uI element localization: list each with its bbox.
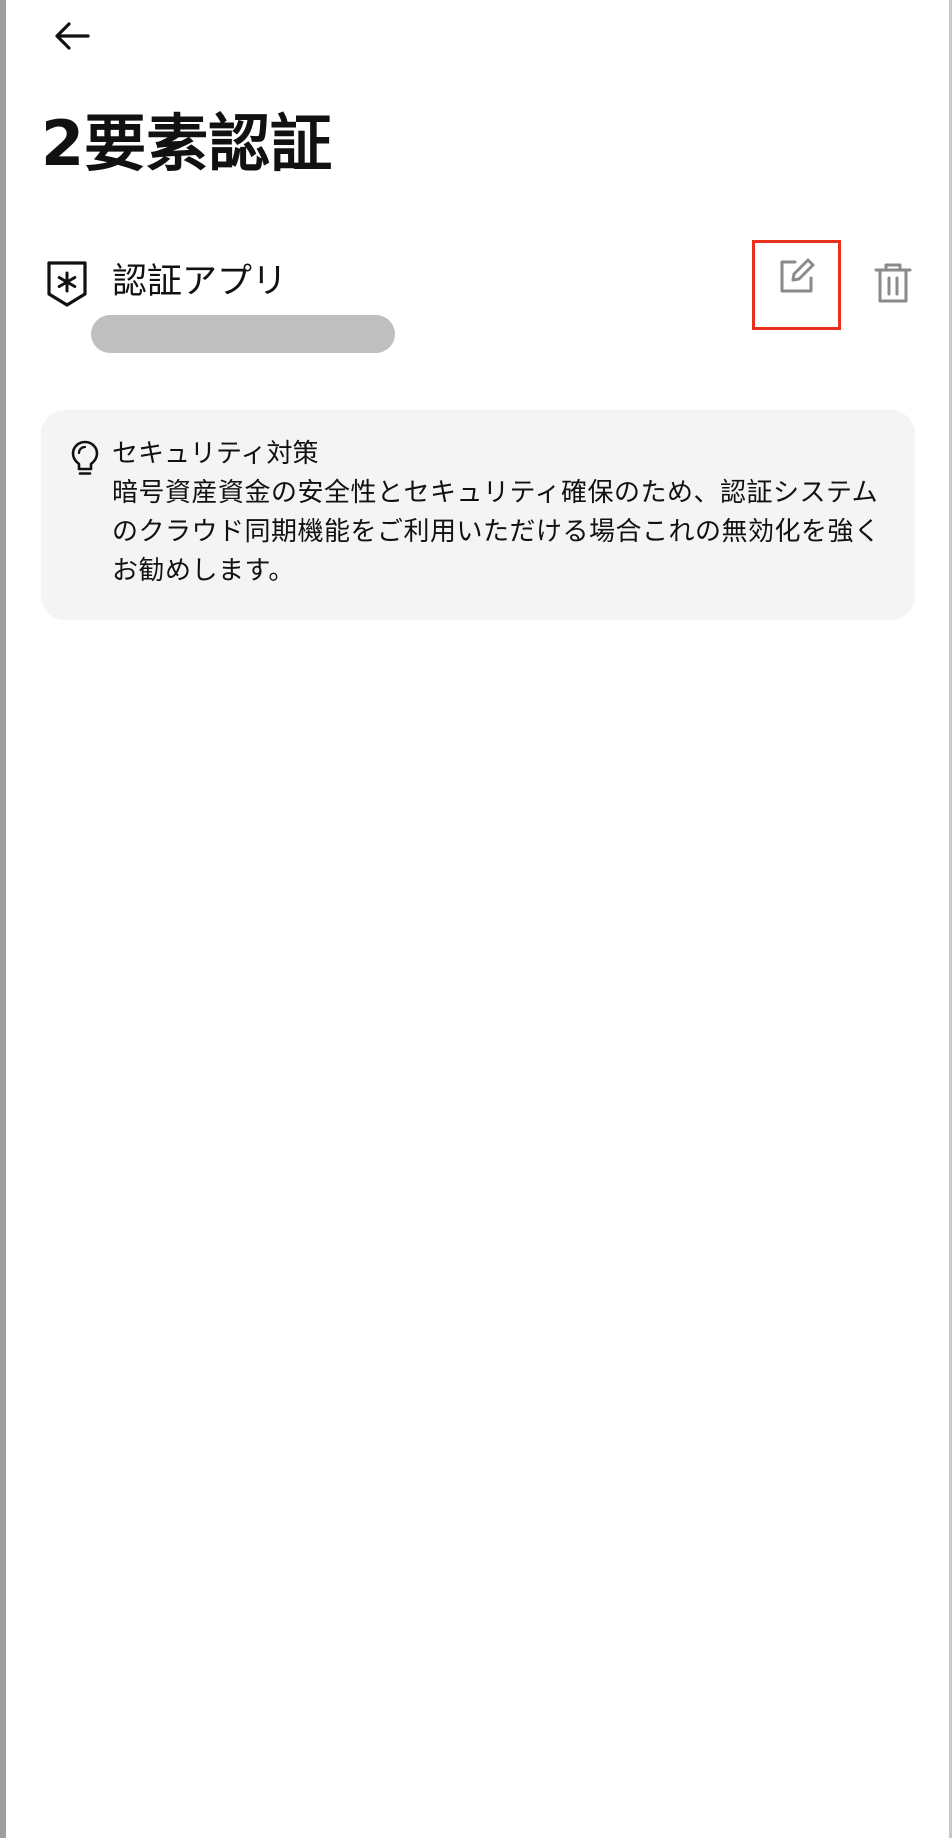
arrow-left-icon: [55, 22, 90, 50]
edit-pencil-icon: [780, 258, 814, 293]
auth-app-row: 認証アプリ: [0, 236, 952, 366]
security-tip-body: 暗号資産資金の安全性とセキュリティ確保のため、認証システム のクラウド同期機能を…: [112, 474, 904, 591]
security-tip-title: セキュリティ対策: [112, 439, 319, 469]
auth-app-masked-value: [91, 315, 395, 353]
trash-icon: [874, 263, 912, 303]
delete-button[interactable]: [866, 254, 920, 312]
back-button[interactable]: [44, 8, 100, 64]
auth-app-label: 認証アプリ: [112, 262, 288, 302]
security-tip-line: のクラウド同期機能をご利用いただける場合これの無効化を強く: [112, 517, 881, 547]
security-tip-line: お勧めします。: [112, 556, 295, 586]
lightbulb-icon: [71, 440, 99, 475]
shield-asterisk-icon: [47, 261, 87, 307]
edit-button[interactable]: [752, 240, 841, 330]
page-title: 2要素認証: [41, 107, 333, 180]
security-tip-card: セキュリティ対策 暗号資産資金の安全性とセキュリティ確保のため、認証システム の…: [41, 410, 915, 620]
security-tip-line: 暗号資産資金の安全性とセキュリティ確保のため、認証システム: [112, 478, 879, 508]
